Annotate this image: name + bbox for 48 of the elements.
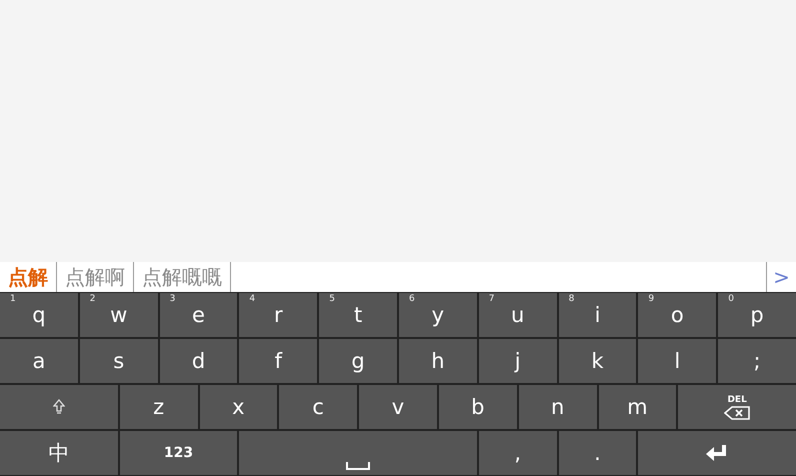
key[interactable]: 4 r bbox=[239, 293, 318, 337]
key-hint: 7 bbox=[488, 294, 495, 304]
key-hint: 6 bbox=[409, 294, 415, 304]
key[interactable]: 2 w bbox=[80, 293, 158, 337]
key[interactable]: v bbox=[359, 385, 437, 429]
key[interactable]: c bbox=[279, 385, 358, 429]
key[interactable]: 0 p bbox=[718, 293, 796, 337]
key[interactable]: . bbox=[558, 431, 636, 475]
key-hint: 4 bbox=[249, 294, 256, 304]
key[interactable]: m bbox=[598, 385, 676, 429]
key[interactable]: a bbox=[0, 339, 78, 383]
key[interactable]: z bbox=[120, 385, 198, 429]
key-hint: 9 bbox=[648, 294, 654, 304]
mode-key[interactable]: 中 bbox=[0, 431, 118, 475]
key[interactable]: s bbox=[80, 339, 158, 383]
key[interactable]: g bbox=[319, 339, 397, 383]
key[interactable]: ; bbox=[718, 339, 796, 383]
key[interactable]: b bbox=[438, 385, 517, 429]
key-hint: 8 bbox=[568, 294, 574, 304]
key[interactable]: 9 o bbox=[638, 293, 716, 337]
key[interactable]: l bbox=[638, 339, 716, 383]
enter-key[interactable] bbox=[638, 431, 796, 475]
shift-key[interactable] bbox=[0, 385, 118, 429]
key[interactable]: h bbox=[399, 339, 477, 383]
key[interactable]: d bbox=[160, 339, 238, 383]
key[interactable]: 6 y bbox=[399, 293, 477, 337]
key-hint: 5 bbox=[329, 294, 335, 304]
key-hint: 3 bbox=[170, 294, 176, 304]
space-icon bbox=[346, 462, 370, 470]
key[interactable]: 5 t bbox=[319, 293, 397, 337]
key[interactable]: f bbox=[239, 339, 318, 383]
key-hint: 2 bbox=[90, 294, 96, 304]
shift-icon bbox=[52, 399, 65, 415]
key[interactable]: 1 q bbox=[0, 293, 78, 337]
key[interactable]: x bbox=[200, 385, 278, 429]
key[interactable]: 7 u bbox=[478, 293, 557, 337]
key[interactable]: 3 e bbox=[160, 293, 238, 337]
key[interactable]: n bbox=[518, 385, 596, 429]
backspace-icon bbox=[724, 406, 750, 420]
mode-key[interactable]: 123 bbox=[120, 431, 238, 475]
key-hint: 0 bbox=[728, 294, 734, 304]
key[interactable]: j bbox=[478, 339, 557, 383]
space-key[interactable] bbox=[239, 431, 477, 475]
delete-key[interactable]: DEL bbox=[678, 385, 796, 429]
key[interactable]: 8 i bbox=[558, 293, 636, 337]
key[interactable]: , bbox=[478, 431, 557, 475]
key-hint: 1 bbox=[10, 294, 16, 304]
key[interactable]: k bbox=[558, 339, 636, 383]
